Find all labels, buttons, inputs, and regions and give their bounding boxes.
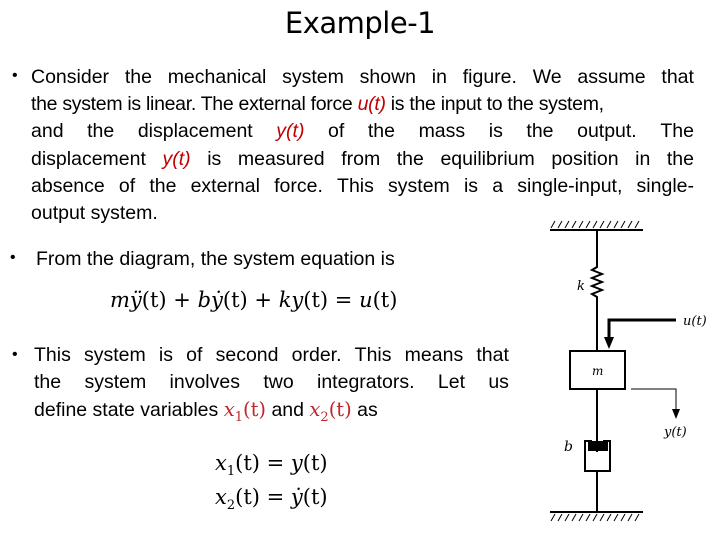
word: means [404,344,464,366]
mass-spring-damper-diagram: k u(t) m y(t) b [550,220,707,522]
input-label: u(t) [683,314,707,329]
word: is [463,174,479,197]
word: in [431,66,447,88]
paragraph-line: the system is linear. The external force… [31,93,604,116]
paragraph-line: define state variables x1(t) and x2(t) a… [34,398,378,426]
input-variable: u(t) [357,93,386,116]
word: This [34,344,71,366]
spring-label: k [577,279,585,294]
word: displacement [31,147,146,170]
word: is [488,120,503,143]
word: two [263,371,294,394]
top-ground [550,220,643,231]
word: assume [577,66,646,88]
paragraph-line: This system is of second order. This means that [34,342,509,369]
word: system [84,371,147,394]
word: single- [636,174,694,197]
paragraph-line: Consider the mechanical system shown in figure… [31,64,694,91]
word: of [118,174,136,197]
state-equation-2: x2(t) = ẏ(t) [215,485,328,514]
word: is [158,344,174,366]
word: the [124,66,152,88]
output-variable: y(t) [162,147,191,170]
paragraph-line: absence of the external force. This system is a s… [31,173,694,200]
spring [589,230,605,358]
output-variable: y(t) [276,120,305,143]
word: The [660,120,694,143]
word: of [328,120,345,143]
word: Let [437,371,465,394]
word: the [396,147,424,170]
word: output. [577,120,637,143]
word: system [282,66,344,88]
word: mass [418,120,466,143]
word: the [87,120,115,143]
word: Consider [31,66,110,88]
slide-title: Example-1 [284,6,436,40]
damper-label: b [564,439,573,455]
system-equation: mÿ(t) + bẏ(t) + ky(t) = u(t) [110,288,398,312]
word: the [149,174,177,197]
bullet-paragraph-1: Consider the mechanical system shown in figure… [31,64,694,227]
word: figure. [462,66,517,88]
state-equation-1: x1(t) = y(t) [215,451,328,480]
bottom-ground [550,511,643,522]
word: us [488,371,509,394]
word: displacement [137,120,253,143]
word: involves [169,371,240,394]
paragraph-line: displacement y(t) is measured from the equilib… [31,146,694,173]
word: system [84,344,146,366]
word: second [215,344,279,366]
word: shown [359,66,416,88]
input-force-arrow [604,318,676,349]
word: the [34,371,62,394]
bullet-marker: • [12,346,18,363]
state-variable-x2: x2(t) [309,398,352,426]
word: system [388,174,450,197]
word: a [492,174,504,197]
output-label: y(t) [663,425,687,440]
bullet-paragraph-3: This system is of second order. This means that … [34,342,509,432]
word: the [526,120,554,143]
word: equilibrium [440,147,535,170]
word: is [207,147,222,170]
bullet-marker: • [12,67,18,84]
word: external [190,174,260,197]
word: mechanical [167,66,267,88]
word: position [551,147,619,170]
word: force. [274,174,323,197]
word: absence [31,174,105,197]
word: This [354,344,392,366]
damper [584,389,611,512]
word: This [337,174,374,197]
word: from [341,147,381,170]
word: We [532,66,562,88]
mass-label: m [592,364,603,378]
word: measured [237,147,325,170]
bullet-marker: • [10,249,16,266]
word: that [661,66,694,88]
word: of [186,344,203,366]
word: the [666,147,694,170]
word: the [367,120,395,143]
word: and [31,120,64,143]
bullet-paragraph-2: From the diagram, the system equation is [36,248,395,270]
state-variable-x1: x1(t) [223,398,267,426]
word: in [635,147,651,170]
paragraph-line: and the displacement y(t) of the mass is the outp… [31,118,694,145]
word: single-input, [517,174,623,197]
word: order. [291,344,342,366]
output-displacement-arrow [631,388,680,419]
word: that [476,344,509,366]
word: integrators. [317,371,415,394]
paragraph-line: the system involves two integrators. Let us [34,369,509,396]
